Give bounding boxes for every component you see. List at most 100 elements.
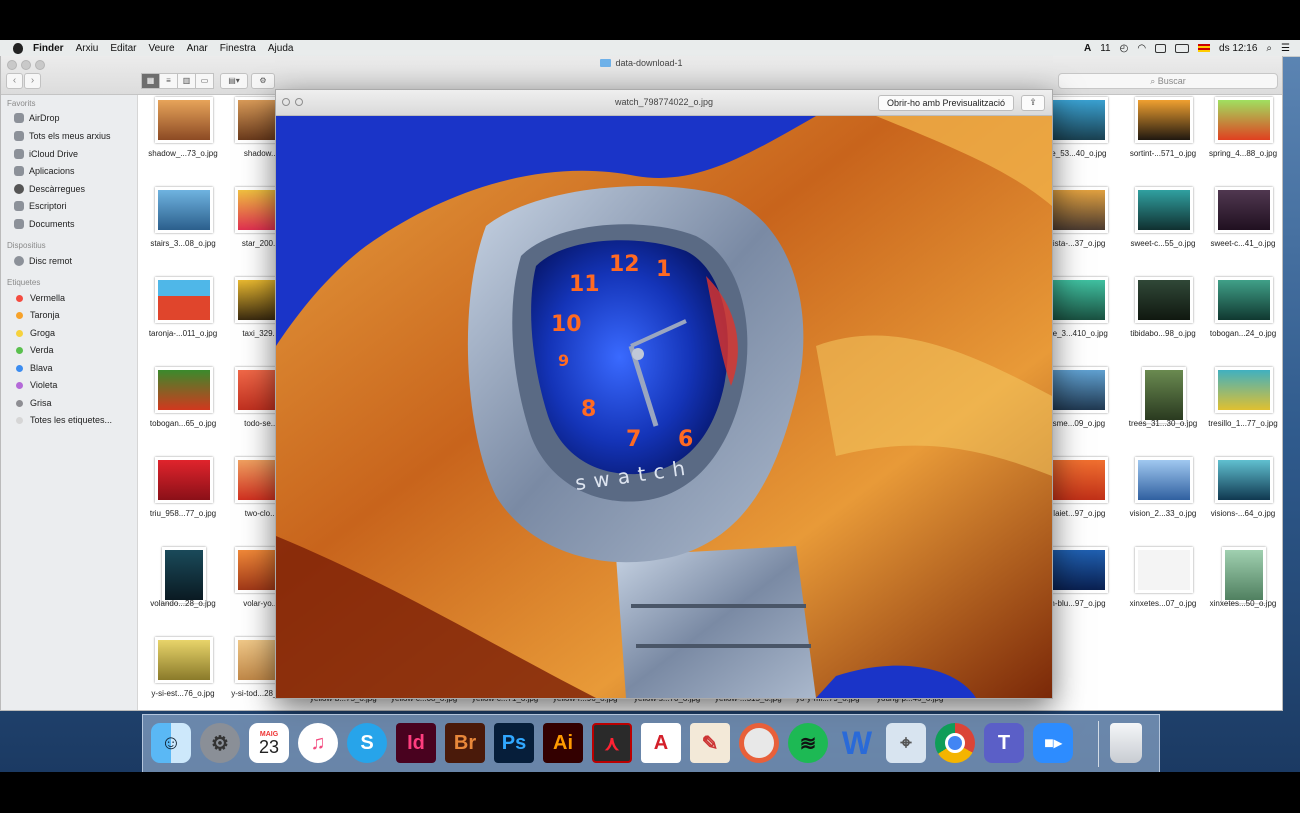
numeral-8: 8 <box>581 397 596 422</box>
dock-sketch-icon[interactable]: ✎ <box>690 723 730 763</box>
column-view-button[interactable]: ▥ <box>177 73 196 89</box>
menu-item-editar[interactable]: Editar <box>110 43 136 54</box>
file-item[interactable]: taronja-...011_o.jpg <box>138 275 228 363</box>
desktop-icon <box>14 201 24 211</box>
file-item[interactable]: triu_958...77_o.jpg <box>138 455 228 543</box>
dock-screenium-icon[interactable] <box>739 723 779 763</box>
sidebar-item-downloads[interactable]: Descàrregues <box>14 184 85 194</box>
sidebar-tag-red[interactable]: Vermella <box>14 293 65 303</box>
dock-illustrator-icon[interactable]: Ai <box>543 723 583 763</box>
file-item[interactable]: shadow_...73_o.jpg <box>138 95 228 183</box>
forward-button[interactable]: › <box>24 73 41 89</box>
file-item[interactable]: xinxetes...50_o.jpg <box>1198 545 1282 633</box>
dock-spotify-icon[interactable]: ≋ <box>788 723 828 763</box>
indesign-label: Id <box>407 731 425 754</box>
file-thumbnail <box>155 277 213 323</box>
dock-acrobat-icon[interactable]: ⋏ <box>592 723 632 763</box>
dock-trash-icon[interactable] <box>1110 723 1142 763</box>
dock-autocad-icon[interactable]: A <box>641 723 681 763</box>
airplay-icon[interactable] <box>1155 43 1167 53</box>
sidebar-item-remote-disc[interactable]: Disc remot <box>14 256 72 266</box>
menu-item-finestra[interactable]: Finestra <box>220 43 256 54</box>
file-item[interactable]: trees_31...30_o.jpg <box>1118 365 1208 453</box>
numeral-9: 9 <box>558 351 569 370</box>
sidebar-item-applications[interactable]: Aplicacions <box>14 166 75 176</box>
file-item[interactable]: tobogan...24_o.jpg <box>1198 275 1282 363</box>
file-thumbnail <box>1135 547 1193 593</box>
sidebar-tag-green[interactable]: Verda <box>14 345 54 355</box>
file-thumbnail <box>1215 367 1273 413</box>
file-item[interactable]: volando...28_o.jpg <box>138 545 228 633</box>
sidebar-item-documents[interactable]: Documents <box>14 219 75 229</box>
icon-view-button[interactable]: ▦ <box>141 73 160 89</box>
file-item[interactable]: tibidabo...98_o.jpg <box>1118 275 1208 363</box>
sidebar-label: Grisa <box>30 398 52 408</box>
search-field[interactable]: ⌕ Buscar <box>1058 73 1278 89</box>
dock-skype-icon[interactable]: S <box>347 723 387 763</box>
sidebar-tag-orange[interactable]: Taronja <box>14 310 60 320</box>
file-thumbnail <box>1215 457 1273 503</box>
file-item[interactable]: xinxetes...07_o.jpg <box>1118 545 1208 633</box>
file-name: stairs_3...08_o.jpg <box>150 239 216 248</box>
file-item[interactable]: sweet-c...55_o.jpg <box>1118 185 1208 273</box>
adobe-status-icon[interactable]: A <box>1084 43 1091 54</box>
time-machine-icon[interactable]: ◴ <box>1120 43 1129 54</box>
input-source-flag-icon[interactable] <box>1198 44 1211 52</box>
dock-itunes-icon[interactable]: ♫ <box>298 723 338 763</box>
dock-system-preferences-icon[interactable]: ⚙ <box>200 723 240 763</box>
menu-item-anar[interactable]: Anar <box>187 43 208 54</box>
wifi-icon[interactable]: ◠ <box>1137 43 1146 54</box>
menu-app-name[interactable]: Finder <box>33 43 64 54</box>
open-with-preview-button[interactable]: Obrir-ho amb Previsualització <box>878 95 1014 111</box>
sidebar-all-tags[interactable]: Totes les etiquetes... <box>14 415 112 425</box>
action-gear-icon[interactable]: ⚙ <box>251 73 275 89</box>
menu-item-veure[interactable]: Veure <box>148 43 174 54</box>
back-button[interactable]: ‹ <box>6 73 23 89</box>
dock-teams-icon[interactable]: T <box>984 723 1024 763</box>
dock-chrome-icon[interactable] <box>935 723 975 763</box>
share-icon[interactable]: ⇪ <box>1021 95 1045 111</box>
dock-bridge-icon[interactable]: Br <box>445 723 485 763</box>
apple-icon[interactable] <box>13 42 23 54</box>
dock-calendar-icon[interactable]: MAIG 23 <box>249 723 289 763</box>
watch-center-pin <box>632 348 644 360</box>
file-item[interactable]: vision_2...33_o.jpg <box>1118 455 1208 543</box>
file-item[interactable]: sortint-...571_o.jpg <box>1118 95 1208 183</box>
dock-zoom-icon[interactable]: ■▸ <box>1033 723 1073 763</box>
spotlight-icon[interactable]: ⌕ <box>1266 43 1272 54</box>
file-item[interactable]: sweet-c...41_o.jpg <box>1198 185 1282 273</box>
file-item[interactable]: spring_4...88_o.jpg <box>1198 95 1282 183</box>
dock-finder-icon[interactable]: ☺ <box>151 723 191 763</box>
menu-clock[interactable]: ds 12:16 <box>1219 43 1257 54</box>
file-thumbnail <box>155 367 213 413</box>
cover-flow-button[interactable]: ▭ <box>195 73 214 89</box>
menu-item-ajuda[interactable]: Ajuda <box>268 43 294 54</box>
sidebar-tag-yellow[interactable]: Groga <box>14 328 55 338</box>
battery-icon[interactable] <box>1175 43 1190 53</box>
file-item[interactable]: tresillo_1...77_o.jpg <box>1198 365 1282 453</box>
sidebar-label: Blava <box>30 363 53 373</box>
sidebar-tag-blue[interactable]: Blava <box>14 363 53 373</box>
status-number[interactable]: 11 <box>1100 43 1110 54</box>
sidebar-item-airdrop[interactable]: AirDrop <box>14 113 60 123</box>
arrange-button[interactable]: ▤▾ <box>220 73 248 89</box>
sidebar-label: Verda <box>30 345 54 355</box>
file-item[interactable]: tobogan...65_o.jpg <box>138 365 228 453</box>
sidebar-item-desktop[interactable]: Escriptori <box>14 201 67 211</box>
sidebar-tag-violet[interactable]: Violeta <box>14 380 57 390</box>
file-item[interactable]: visions-...64_o.jpg <box>1198 455 1282 543</box>
dock-indesign-icon[interactable]: Id <box>396 723 436 763</box>
file-thumbnail <box>155 637 213 683</box>
menu-item-arxiu[interactable]: Arxiu <box>76 43 99 54</box>
sidebar-favorites-header: Favorits <box>7 99 36 108</box>
dock-photoshop-icon[interactable]: Ps <box>494 723 534 763</box>
file-item[interactable]: stairs_3...08_o.jpg <box>138 185 228 273</box>
teams-label: T <box>997 731 1011 754</box>
dock-word-icon[interactable]: W <box>837 723 877 763</box>
dock-preview-icon[interactable]: ⌖ <box>886 723 926 763</box>
sidebar-item-icloud[interactable]: iCloud Drive <box>14 149 78 159</box>
sidebar-item-all-files[interactable]: Tots els meus arxius <box>14 131 111 141</box>
list-view-button[interactable]: ≡ <box>159 73 178 89</box>
sidebar-tag-gray[interactable]: Grisa <box>14 398 52 408</box>
notification-center-icon[interactable]: ☰ <box>1281 43 1290 54</box>
